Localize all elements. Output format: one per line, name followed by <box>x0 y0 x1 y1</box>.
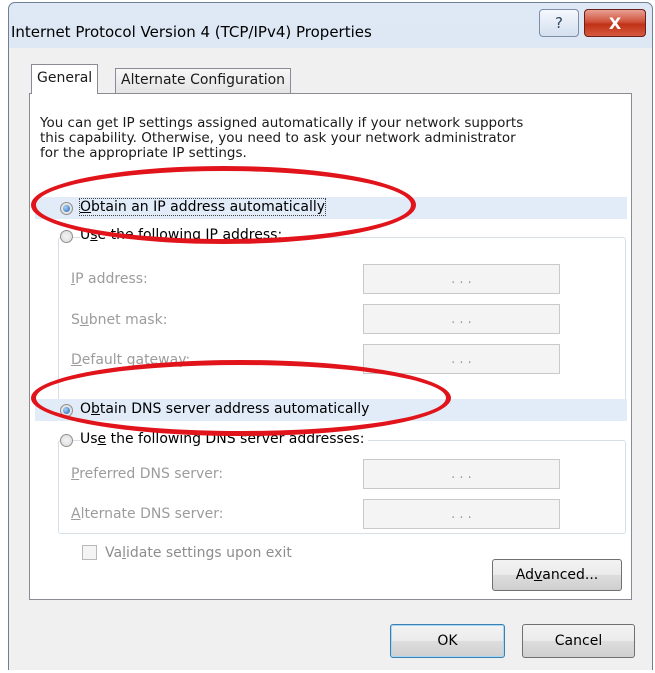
validate-checkbox[interactable] <box>82 545 97 560</box>
cancel-button[interactable]: Cancel <box>522 624 635 658</box>
close-icon: X <box>608 13 622 33</box>
validate-label[interactable]: Validate settings upon exit <box>105 545 292 561</box>
dialog-window: Internet Protocol Version 4 (TCP/IPv4) P… <box>8 2 653 670</box>
close-button[interactable]: X <box>584 9 646 37</box>
preferred-dns-label: Preferred DNS server: <box>71 466 224 482</box>
ok-button[interactable]: OK <box>390 624 505 658</box>
preferred-dns-field[interactable]: . . . <box>363 459 560 489</box>
ip-address-label: IP address: <box>71 271 148 287</box>
dialog-title: Internet Protocol Version 4 (TCP/IPv4) P… <box>11 23 372 41</box>
subnet-mask-field[interactable]: . . . <box>363 304 560 334</box>
advanced-button[interactable]: Ad v anced... <box>492 559 622 591</box>
annotation-ellipse-dns <box>31 360 451 436</box>
alternate-dns-field[interactable]: . . . <box>363 499 560 529</box>
dialog-body: General Alternate Configuration You can … <box>9 48 652 670</box>
dns-manual-radio[interactable] <box>60 434 73 447</box>
alternate-dns-label: Alternate DNS server: <box>71 506 224 522</box>
ip-address-field[interactable]: . . . <box>363 264 560 294</box>
subnet-mask-label: Subnet mask: <box>71 312 168 328</box>
tab-general[interactable]: General <box>31 64 99 94</box>
help-icon: ? <box>555 14 563 32</box>
help-button[interactable]: ? <box>539 9 579 37</box>
general-tab-panel: You can get IP settings assigned automat… <box>29 93 632 600</box>
ip-manual-radio[interactable] <box>60 230 73 243</box>
default-gateway-field[interactable]: . . . <box>363 344 560 374</box>
intro-text: You can get IP settings assigned automat… <box>40 116 524 160</box>
tab-alternate-configuration[interactable]: Alternate Configuration <box>115 68 292 94</box>
annotation-ellipse-ip <box>31 166 416 244</box>
